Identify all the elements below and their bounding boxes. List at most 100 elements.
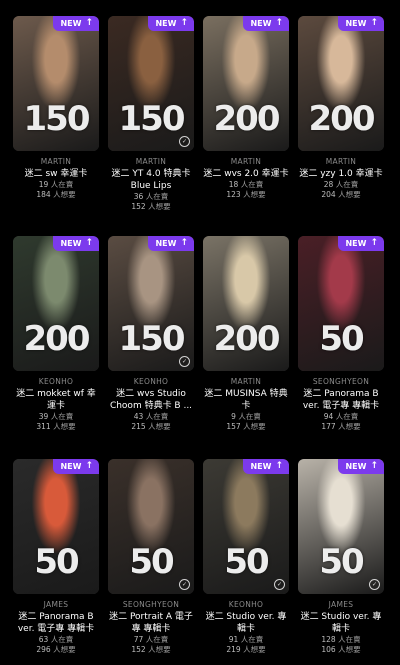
want-number: 152: [131, 202, 146, 211]
artist-name: MARTIN: [230, 157, 262, 166]
want-count: 311 人想要: [13, 422, 99, 432]
card-thumbnail[interactable]: NEW ↑ 50: [298, 236, 384, 371]
want-suffix: 人想要: [243, 422, 266, 431]
card-meta: MARTIN 迷二 MUSINSA 特典卡 9 人在賣 157 人想要: [203, 377, 289, 432]
photocard-listing[interactable]: NEW ↑ 200 KEONHO 迷二 mokket wf 幸運卡 39 人在賣 311 人…: [13, 236, 99, 432]
card-title[interactable]: 迷二 wvs 2.0 幸運卡: [203, 168, 289, 180]
card-thumbnail[interactable]: 50 ✓: [108, 459, 194, 594]
want-suffix: 人想要: [338, 645, 361, 654]
have-count: 28 人在賣: [298, 180, 384, 190]
price-overlay: 200: [213, 99, 281, 139]
arrow-up-icon: ↑: [180, 238, 188, 248]
photocard-listing[interactable]: 200 MARTIN 迷二 MUSINSA 特典卡 9 人在賣 157 人想要: [203, 236, 289, 432]
want-count: 204 人想要: [298, 190, 384, 200]
price-overlay: 200: [23, 319, 91, 359]
card-thumbnail[interactable]: NEW ↑ 50 ✓: [298, 459, 384, 594]
card-thumbnail[interactable]: NEW ↑ 150 ✓: [108, 236, 194, 371]
want-suffix: 人想要: [148, 422, 171, 431]
have-count: 77 人在賣: [108, 635, 194, 645]
price-overlay: 150: [118, 99, 186, 139]
card-title[interactable]: 迷二 YT 4.0 特典卡 Blue Lips: [108, 168, 194, 192]
have-number: 91: [228, 635, 239, 644]
want-count: 177 人想要: [298, 422, 384, 432]
photocard-listing[interactable]: NEW ↑ 200 MARTIN 迷二 yzy 1.0 幸運卡 28 人在賣 204 人想要: [298, 16, 384, 200]
price-overlay: 50: [34, 542, 79, 582]
photocard-listing[interactable]: NEW ↑ 200 MARTIN 迷二 wvs 2.0 幸運卡 18 人在賣 123 人想要: [203, 16, 289, 200]
card-meta: SEONGHYEON 迷二 Portrait A 電子專 專輯卡 77 人在賣 152…: [108, 600, 194, 655]
check-icon: ✓: [179, 136, 190, 147]
card-meta: KEONHO 迷二 Studio ver. 專輯卡 91 人在賣 219 人想要: [203, 600, 289, 655]
card-meta: SEONGHYEON 迷二 Panorama B ver. 電子專 專輯卡 94 人…: [298, 377, 384, 432]
photocard-listing[interactable]: NEW ↑ 150 ✓ KEONHO 迷二 wvs Studio Choom 特典卡 B …: [108, 236, 194, 432]
card-title[interactable]: 迷二 Studio ver. 專輯卡: [203, 611, 289, 635]
card-thumbnail[interactable]: NEW ↑ 150: [13, 16, 99, 151]
photocard-grid: NEW ↑ 150 MARTIN 迷二 sw 幸運卡 19 人在賣 184 人想要 NEW ↑ 1…: [0, 0, 400, 665]
have-count: 36 人在賣: [108, 192, 194, 202]
photocard-listing[interactable]: NEW ↑ 150 ✓ MARTIN 迷二 YT 4.0 特典卡 Blue Lips 36 …: [108, 16, 194, 212]
artist-name: MARTIN: [230, 377, 262, 386]
photocard-listing[interactable]: NEW ↑ 50 JAMES 迷二 Panorama B ver. 電子專 專輯卡 63 …: [13, 459, 99, 655]
want-count: 106 人想要: [298, 645, 384, 655]
artist-name: SEONGHYEON: [122, 600, 180, 609]
artist-name: KEONHO: [228, 600, 264, 609]
arrow-up-icon: ↑: [180, 18, 188, 28]
card-meta: JAMES 迷二 Studio ver. 專輯卡 128 人在賣 106 人想要: [298, 600, 384, 655]
have-count: 18 人在賣: [203, 180, 289, 190]
artist-name: KEONHO: [38, 377, 74, 386]
card-thumbnail[interactable]: NEW ↑ 50 ✓: [203, 459, 289, 594]
artist-name: JAMES: [328, 600, 354, 609]
artist-name: MARTIN: [135, 157, 167, 166]
want-suffix: 人想要: [338, 422, 361, 431]
card-thumbnail[interactable]: NEW ↑ 200: [13, 236, 99, 371]
have-suffix: 人在賣: [145, 412, 169, 421]
new-badge: NEW ↑: [243, 459, 289, 474]
have-suffix: 人在賣: [145, 635, 169, 644]
photocard-listing[interactable]: NEW ↑ 50 ✓ KEONHO 迷二 Studio ver. 專輯卡 91 人在賣 219…: [203, 459, 289, 655]
new-badge-label: NEW: [345, 18, 367, 28]
have-number: 63: [38, 635, 49, 644]
card-meta: MARTIN 迷二 yzy 1.0 幸運卡 28 人在賣 204 人想要: [298, 157, 384, 200]
price-overlay: 150: [118, 319, 186, 359]
new-badge-label: NEW: [345, 238, 367, 248]
have-count: 19 人在賣: [13, 180, 99, 190]
arrow-up-icon: ↑: [85, 238, 93, 248]
arrow-up-icon: ↑: [275, 18, 283, 28]
card-meta: MARTIN 迷二 YT 4.0 特典卡 Blue Lips 36 人在賣 152 人…: [108, 157, 194, 212]
photocard-listing[interactable]: NEW ↑ 150 MARTIN 迷二 sw 幸運卡 19 人在賣 184 人想要: [13, 16, 99, 200]
want-number: 152: [131, 645, 146, 654]
want-suffix: 人想要: [148, 202, 171, 211]
card-title[interactable]: 迷二 Studio ver. 專輯卡: [298, 611, 384, 635]
price-overlay: 50: [319, 319, 364, 359]
artist-name: KEONHO: [133, 377, 169, 386]
want-suffix: 人想要: [338, 190, 361, 199]
have-suffix: 人在賣: [338, 635, 361, 644]
want-count: 296 人想要: [13, 645, 99, 655]
card-thumbnail[interactable]: 200: [203, 236, 289, 371]
card-title[interactable]: 迷二 Portrait A 電子專 專輯卡: [108, 611, 194, 635]
card-title[interactable]: 迷二 MUSINSA 特典卡: [203, 388, 289, 412]
have-number: 19: [38, 180, 49, 189]
have-count: 91 人在賣: [203, 635, 289, 645]
card-title[interactable]: 迷二 mokket wf 幸運卡: [13, 388, 99, 412]
photocard-listing[interactable]: NEW ↑ 50 SEONGHYEON 迷二 Panorama B ver. 電子專 專…: [298, 236, 384, 432]
want-count: 184 人想要: [13, 190, 99, 200]
want-number: 296: [36, 645, 51, 654]
card-title[interactable]: 迷二 yzy 1.0 幸運卡: [298, 168, 384, 180]
card-thumbnail[interactable]: NEW ↑ 150 ✓: [108, 16, 194, 151]
photocard-listing[interactable]: NEW ↑ 50 ✓ JAMES 迷二 Studio ver. 專輯卡 128 人在賣 106…: [298, 459, 384, 655]
photocard-listing[interactable]: 50 ✓ SEONGHYEON 迷二 Portrait A 電子專 專輯卡 77 人在賣…: [108, 459, 194, 655]
card-title[interactable]: 迷二 Panorama B ver. 電子專 專輯卡: [298, 388, 384, 412]
arrow-up-icon: ↑: [85, 461, 93, 471]
card-title[interactable]: 迷二 wvs Studio Choom 特典卡 B ...: [108, 388, 194, 412]
price-overlay: 200: [213, 319, 281, 359]
arrow-up-icon: ↑: [370, 238, 378, 248]
have-count: 94 人在賣: [298, 412, 384, 422]
have-number: 43: [133, 412, 144, 421]
card-thumbnail[interactable]: NEW ↑ 50: [13, 459, 99, 594]
want-suffix: 人想要: [53, 190, 76, 199]
artist-name: JAMES: [43, 600, 69, 609]
card-thumbnail[interactable]: NEW ↑ 200: [203, 16, 289, 151]
card-title[interactable]: 迷二 Panorama B ver. 電子專 專輯卡: [13, 611, 99, 635]
card-thumbnail[interactable]: NEW ↑ 200: [298, 16, 384, 151]
card-title[interactable]: 迷二 sw 幸運卡: [13, 168, 99, 180]
